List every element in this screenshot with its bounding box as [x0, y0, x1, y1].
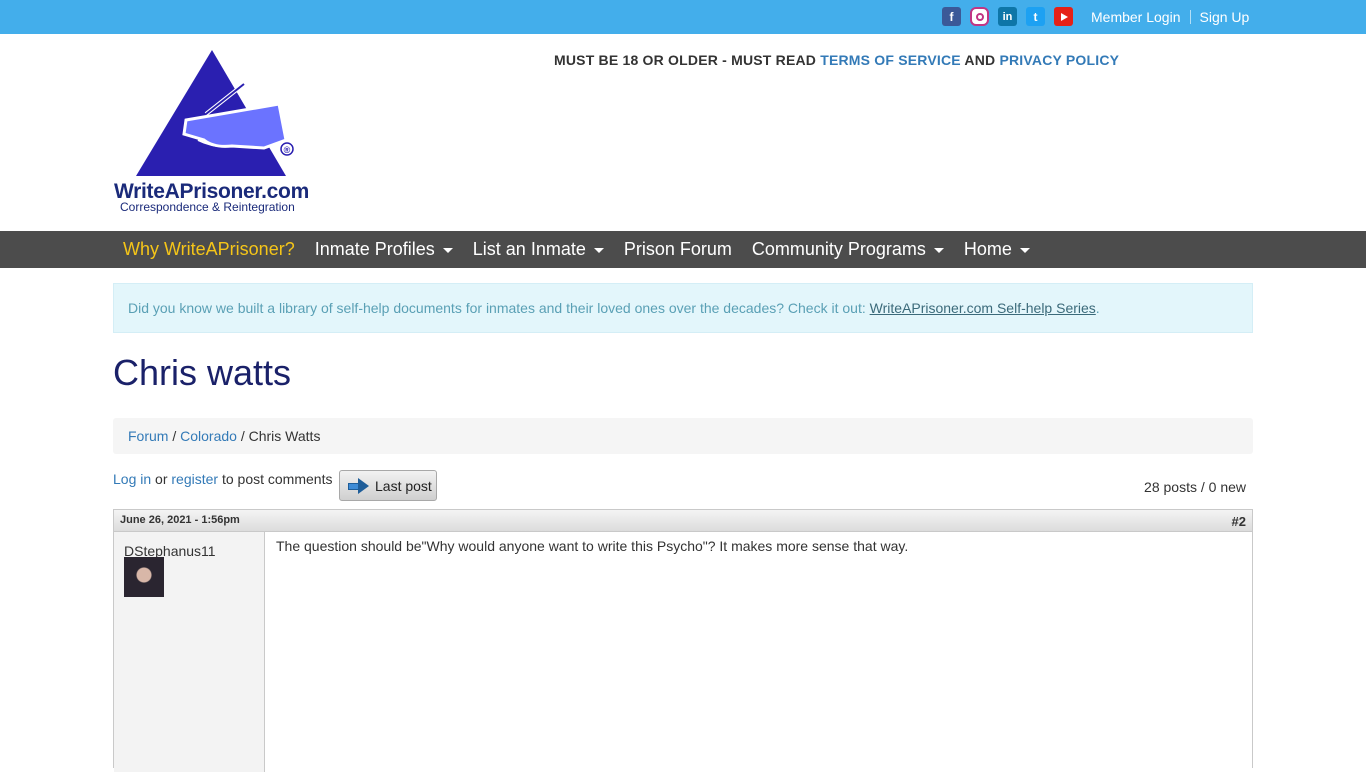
breadcrumb-forum[interactable]: Forum — [128, 428, 168, 444]
instagram-icon[interactable] — [970, 7, 989, 26]
youtube-icon[interactable] — [1054, 7, 1073, 26]
facebook-icon[interactable]: f — [942, 7, 961, 26]
breadcrumb-sep: / — [172, 428, 177, 444]
post-counts: 28 posts / 0 new — [1144, 479, 1246, 495]
post-header: June 26, 2021 - 1:56pm #2 — [114, 510, 1252, 532]
nav-list-an-inmate[interactable]: List an Inmate — [463, 231, 614, 268]
site-logo[interactable]: ® WriteAPrisoner.com Correspondence & Re… — [114, 48, 314, 216]
register-link[interactable]: register — [171, 471, 218, 487]
login-link[interactable]: Log in — [113, 471, 151, 487]
nav-label: List an Inmate — [472, 239, 586, 259]
registered-mark: ® — [284, 145, 291, 155]
main-nav: Why WriteAPrisoner? Inmate Profiles List… — [0, 231, 1366, 268]
caret-down-icon — [933, 248, 944, 253]
breadcrumb: Forum / Colorado / Chris Watts — [113, 418, 1253, 454]
nav-label: Home — [963, 239, 1012, 259]
avatar[interactable] — [124, 557, 164, 597]
sign-up-link[interactable]: Sign Up — [1200, 9, 1250, 25]
self-help-link[interactable]: WriteAPrisoner.com Self-help Series — [870, 300, 1096, 316]
divider — [1189, 10, 1191, 24]
notice-prefix: MUST BE 18 OR OLDER - MUST READ — [554, 52, 817, 68]
post-comment-prompt: Log in or register to post comments — [113, 471, 332, 487]
nav-home[interactable]: Home — [954, 231, 1040, 268]
linkedin-icon[interactable]: in — [998, 7, 1017, 26]
privacy-link[interactable]: PRIVACY POLICY — [999, 52, 1119, 68]
terms-link[interactable]: TERMS OF SERVICE — [820, 52, 961, 68]
nav-community-programs[interactable]: Community Programs — [742, 231, 954, 268]
or-text: or — [155, 471, 168, 487]
caret-down-icon — [442, 248, 453, 253]
nav-label: Inmate Profiles — [314, 239, 435, 259]
last-post-label: Last post — [375, 477, 432, 494]
logo-tagline: Correspondence & Reintegration — [120, 200, 295, 214]
nav-label: Prison Forum — [623, 239, 732, 259]
last-post-button[interactable]: Last post — [339, 470, 437, 501]
breadcrumb-colorado[interactable]: Colorado — [180, 428, 237, 444]
post-permalink[interactable]: #2 — [1232, 514, 1246, 529]
post-date: June 26, 2021 - 1:56pm — [120, 514, 240, 526]
forum-post: June 26, 2021 - 1:56pm #2 DStephanus11 T… — [113, 509, 1253, 772]
arrow-right-icon — [348, 477, 370, 494]
top-bar: f in t Member Login Sign Up — [0, 0, 1366, 34]
breadcrumb-current: Chris Watts — [248, 428, 321, 444]
age-notice: MUST BE 18 OR OLDER - MUST READ TERMS OF… — [554, 52, 1119, 68]
post-body: The question should be"Why would anyone … — [276, 538, 909, 554]
breadcrumb-sep: / — [240, 428, 245, 444]
info-alert: Did you know we built a library of self-… — [113, 283, 1253, 333]
notice-and: AND — [964, 52, 996, 68]
post-comments-text: to post comments — [221, 471, 333, 487]
social-links: f in t — [942, 7, 1073, 26]
member-login-link[interactable]: Member Login — [1091, 9, 1181, 25]
page-title: Chris watts — [113, 352, 292, 393]
caret-down-icon — [1019, 248, 1030, 253]
post-author-panel: DStephanus11 — [114, 532, 265, 772]
caret-down-icon — [593, 248, 604, 253]
nav-prison-forum[interactable]: Prison Forum — [614, 231, 742, 268]
info-text: Did you know we built a library of self-… — [128, 300, 866, 316]
twitter-icon[interactable]: t — [1026, 7, 1045, 26]
auth-links: Member Login Sign Up — [1091, 9, 1249, 25]
nav-why-writeaprisoner[interactable]: Why WriteAPrisoner? — [113, 231, 305, 268]
logo-triangle-icon: ® — [136, 50, 294, 176]
nav-label: Why WriteAPrisoner? — [123, 239, 295, 259]
nav-label: Community Programs — [751, 239, 926, 259]
nav-inmate-profiles[interactable]: Inmate Profiles — [305, 231, 463, 268]
info-period: . — [1095, 300, 1100, 316]
